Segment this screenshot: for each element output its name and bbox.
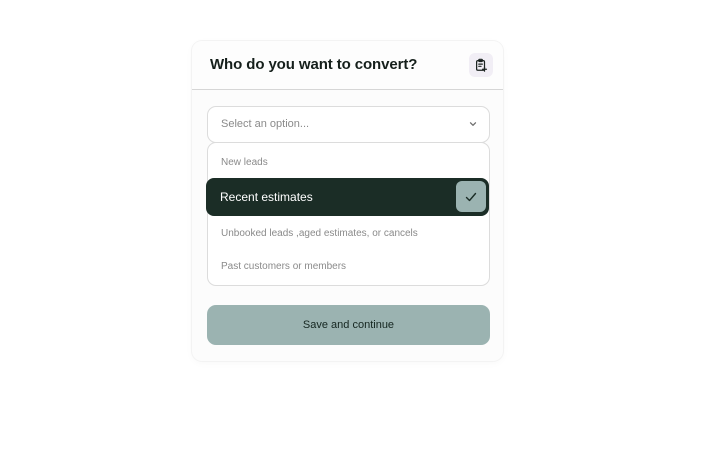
option-recent-estimates-label: Recent estimates bbox=[220, 190, 313, 204]
option-recent-estimates[interactable]: Recent estimates bbox=[206, 178, 489, 216]
select-placeholder: Select an option... bbox=[221, 118, 310, 130]
option-unbooked-leads[interactable]: Unbooked leads ,aged estimates, or cance… bbox=[221, 228, 418, 239]
save-and-continue-button[interactable]: Save and continue bbox=[207, 305, 490, 345]
option-new-leads[interactable]: New leads bbox=[221, 157, 268, 168]
option-select[interactable]: Select an option... bbox=[207, 106, 490, 143]
check-icon bbox=[465, 192, 477, 201]
modal-header: Who do you want to convert? bbox=[192, 41, 503, 90]
chevron-down-icon bbox=[469, 122, 477, 126]
modal-title: Who do you want to convert? bbox=[210, 56, 418, 73]
selected-check bbox=[456, 181, 486, 212]
clipboard-add-icon bbox=[476, 58, 488, 72]
option-past-customers[interactable]: Past customers or members bbox=[221, 261, 346, 272]
clipboard-add-button[interactable] bbox=[469, 53, 493, 77]
